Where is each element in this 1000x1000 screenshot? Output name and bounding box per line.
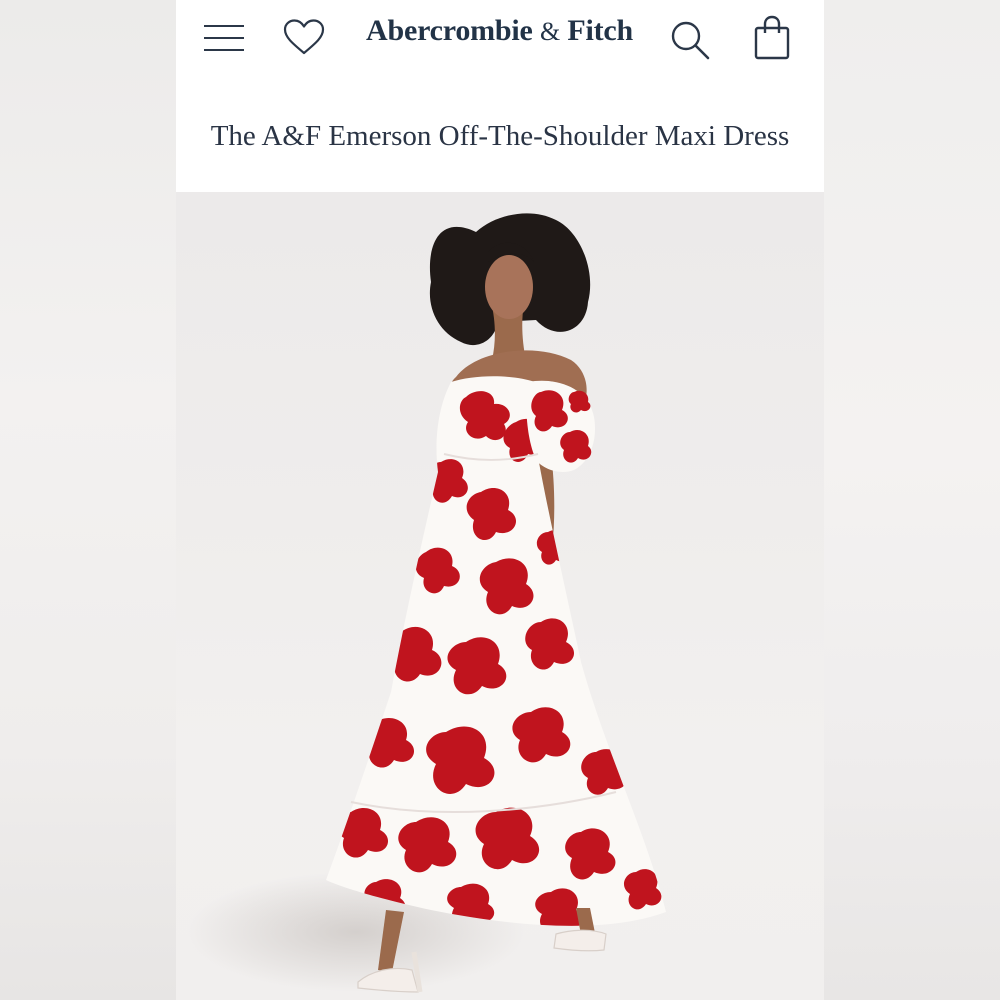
model-photo-illustration: [186, 213, 666, 993]
product-title: The A&F Emerson Off-The-Shoulder Maxi Dr…: [210, 120, 790, 152]
search-icon[interactable]: [668, 18, 712, 62]
background-blur-right: [824, 0, 1000, 1000]
product-image[interactable]: [176, 192, 824, 1000]
mobile-product-page: Abercrombie & Fitch The A&F Emerson Off-…: [176, 0, 824, 1000]
background-blur-left: [0, 0, 176, 1000]
menu-icon[interactable]: [202, 18, 246, 58]
brand-ampersand: &: [539, 17, 560, 46]
shopping-bag-icon[interactable]: [752, 14, 792, 62]
brand-logo[interactable]: Abercrombie & Fitch: [366, 14, 634, 48]
heart-icon[interactable]: [282, 18, 326, 58]
top-navigation-bar: Abercrombie & Fitch: [176, 0, 824, 80]
brand-name: Abercrombie: [366, 14, 533, 47]
brand-name-2: Fitch: [567, 14, 633, 47]
